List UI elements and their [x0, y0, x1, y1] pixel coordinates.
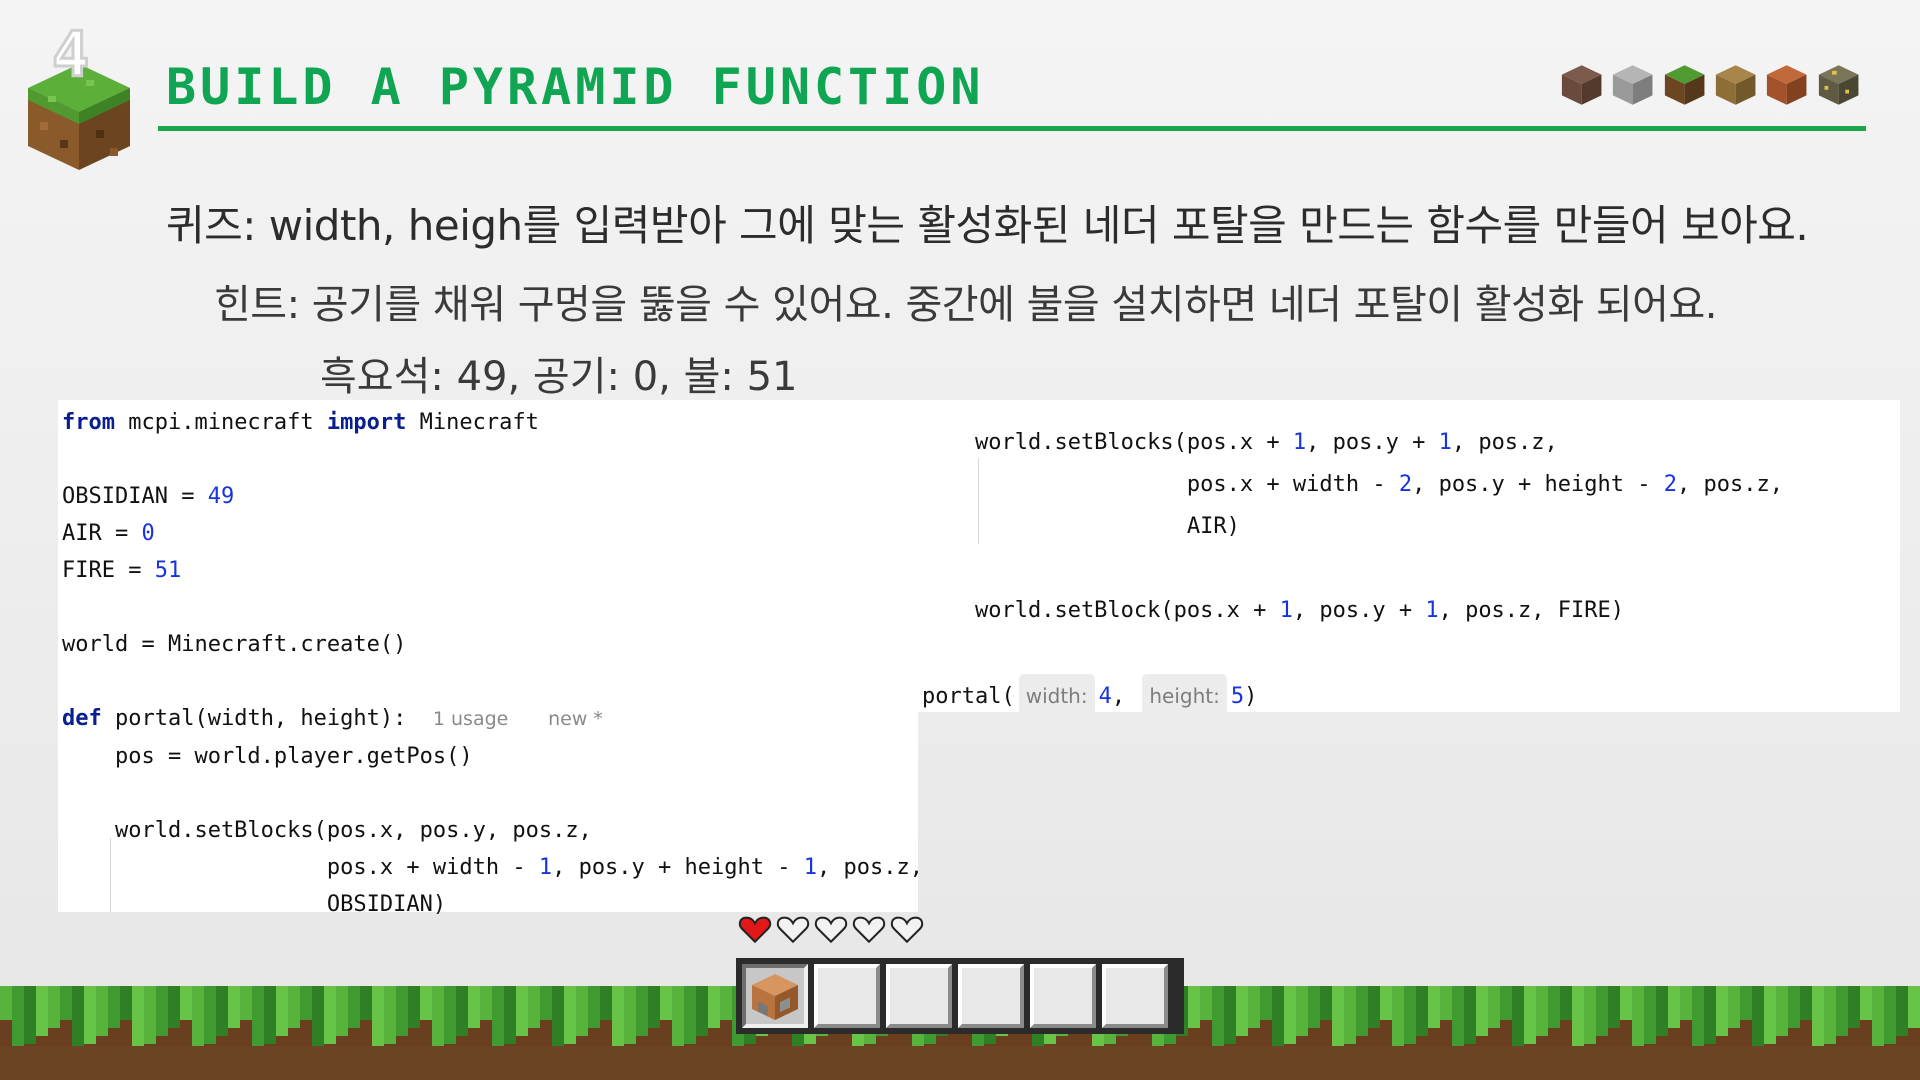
block-icons-row	[1560, 62, 1860, 110]
dirt-block-icon	[1561, 65, 1602, 105]
hotbar-slot-4[interactable]	[958, 964, 1024, 1028]
hotbar-slot-5[interactable]	[1030, 964, 1096, 1028]
code-line: FIRE = 51	[62, 558, 182, 583]
code-block-right: world.setBlocks(pos.x + 1, pos.y + 1, po…	[922, 422, 1783, 718]
slide-number: 4	[50, 17, 90, 93]
ore-block-icon	[1818, 65, 1859, 105]
hotbar-slot-3[interactable]	[886, 964, 952, 1028]
stone-block-icon	[1613, 65, 1653, 105]
slide-title: BUILD A PYRAMID FUNCTION	[166, 58, 985, 116]
planks-block-icon	[1715, 65, 1756, 105]
brick-block-icon	[1767, 65, 1807, 105]
command-block-icon	[752, 974, 798, 1020]
code-line: AIR = 0	[62, 521, 155, 546]
code-line: pos = world.player.getPos()	[62, 744, 473, 769]
heart-empty-icon	[852, 916, 886, 944]
code-line: AIR)	[922, 514, 1240, 539]
code-line: def portal(width, height): 1 usage new *	[62, 706, 603, 731]
block-values-text: 흑요석: 49, 공기: 0, 불: 51	[320, 354, 798, 400]
quiz-text: 퀴즈: width, heigh를 입력받아 그에 맞는 활성화된 네더 포탈을…	[166, 201, 1809, 250]
usage-hint[interactable]: 1 usage	[433, 708, 508, 730]
new-hint[interactable]: new *	[548, 708, 603, 730]
code-panel-left: from mcpi.minecraft import Minecraft OBS…	[58, 400, 923, 917]
code-line: pos.x + width - 2, pos.y + height - 2, p…	[922, 472, 1783, 497]
hint-text: 힌트: 공기를 채워 구멍을 뚫을 수 있어요. 중간에 불을 설치하면 네더 …	[214, 282, 1718, 328]
code-panel-right: world.setBlocks(pos.x + 1, pos.y + 1, po…	[918, 400, 1900, 718]
param-hint-height: height:	[1142, 674, 1227, 718]
heart-empty-icon	[776, 916, 810, 944]
code-line: world.setBlocks(pos.x, pos.y, pos.z,	[62, 818, 592, 843]
code-block-left: from mcpi.minecraft import Minecraft OBS…	[62, 404, 923, 923]
code-line: OBSIDIAN = 49	[62, 484, 235, 509]
health-hearts	[738, 912, 924, 946]
code-line: OBSIDIAN)	[62, 892, 447, 917]
title-underline	[158, 126, 1866, 131]
code-line: world.setBlocks(pos.x + 1, pos.y + 1, po…	[922, 430, 1558, 455]
code-line: from mcpi.minecraft import Minecraft	[62, 410, 539, 435]
heart-empty-icon	[814, 916, 848, 944]
code-line: pos.x + width - 1, pos.y + height - 1, p…	[62, 855, 923, 880]
hotbar-slot-2[interactable]	[814, 964, 880, 1028]
heart-full-icon	[738, 916, 772, 944]
code-line: world = Minecraft.create()	[62, 632, 407, 657]
hotbar-slot-6[interactable]	[1102, 964, 1168, 1028]
param-hint-width: width:	[1018, 674, 1095, 718]
heart-empty-icon	[890, 916, 924, 944]
grass-block-icon	[1664, 65, 1705, 105]
hotbar-slot-1[interactable]	[742, 964, 808, 1028]
hotbar	[736, 958, 1184, 1034]
code-line-call: portal(width: 4, height: 5)	[922, 674, 1257, 718]
code-line: world.setBlock(pos.x + 1, pos.y + 1, pos…	[922, 598, 1625, 623]
